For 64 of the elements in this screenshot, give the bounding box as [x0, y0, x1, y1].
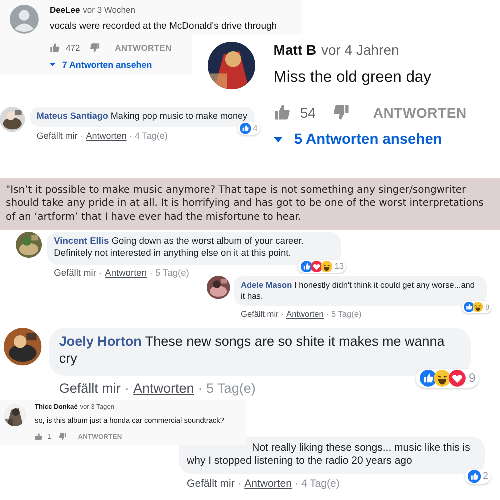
laughing-face-icon — [434, 370, 452, 387]
comment-text: Not really liking these songs... music like this is why I stopped listening to the radio 20 years ago — [187, 442, 472, 468]
like-count: 472 — [66, 43, 80, 54]
thumbs-up-icon[interactable] — [50, 43, 60, 54]
comment-text: Miss the old green day — [274, 68, 432, 87]
view-replies-button[interactable]: 7 Antworten ansehen — [50, 60, 152, 70]
reply-link[interactable]: Antworten — [105, 268, 147, 278]
comment-text: vocals were recorded at the McDonald's drive through — [50, 21, 278, 32]
separator-dot: · — [281, 308, 284, 319]
comment-time: · 5 Tag(e) — [150, 268, 190, 278]
heart-reaction-icon — [449, 370, 466, 387]
like-link[interactable]: Gefällt mir — [187, 478, 235, 490]
reply-button[interactable]: ANTWORTEN — [373, 104, 467, 121]
author-link[interactable]: Vincent Ellis — [54, 236, 110, 246]
avatar-icon — [10, 5, 39, 34]
author-link[interactable]: Mateus Santiago — [36, 110, 108, 121]
comment-time: · 5 Tag(e) — [198, 380, 256, 396]
author-link[interactable]: Joely Horton — [59, 334, 142, 350]
reaction-pill[interactable]: 4 — [238, 122, 260, 136]
thumbs-down-icon[interactable] — [90, 43, 101, 54]
heart-reaction-icon — [310, 260, 323, 272]
comment-text: Vincent Ellis Going down as the worst album of your career. Definitely not interested in anything else on it at this point. — [54, 236, 306, 260]
thumbs-up-icon[interactable] — [35, 433, 43, 442]
like-count: 54 — [300, 104, 316, 121]
laughing-face-icon — [321, 260, 333, 272]
like-link[interactable]: Gefällt mir — [241, 308, 279, 319]
comment-time: vor 4 Jahren — [321, 42, 400, 58]
comment-text: Mateus Santiago Making pop music to make money — [36, 110, 248, 122]
like-link[interactable]: Gefällt mir — [54, 268, 96, 278]
quote-text: "Isn’t it possible to make music anymore? That tape is not something any singer/songwriter should take any pride in at all. It is horrifying and has got to be one of the worst interpretations of an ‘artform’ that I have ever had the misfortune to hear. — [6, 184, 485, 224]
comment-time: · 5 Tag(e) — [326, 308, 362, 319]
like-reaction-icon — [420, 370, 436, 387]
separator-dot: · — [124, 380, 130, 396]
author-link[interactable]: Adele Mason — [241, 280, 292, 290]
comment-time: vor 3 Wochen — [83, 5, 136, 16]
author-name[interactable]: Matt B — [274, 42, 317, 58]
like-reaction-icon — [240, 123, 252, 135]
separator-dot: · — [99, 268, 102, 278]
comment-time: · 4 Tag(e) — [129, 130, 168, 141]
reaction-count: 13 — [334, 261, 344, 272]
reply-link[interactable]: Antworten — [244, 478, 292, 490]
like-link[interactable]: Gefällt mir — [36, 130, 78, 141]
separator-dot: · — [238, 478, 242, 490]
like-link[interactable]: Gefällt mir — [59, 380, 121, 396]
reply-link[interactable]: Antworten — [133, 380, 194, 396]
comment-text: Joely Horton These new songs are so shite it makes me wanna cry — [59, 334, 446, 368]
reply-link[interactable]: Antworten — [286, 308, 324, 319]
laughing-face-icon — [473, 302, 484, 313]
separator-dot: · — [80, 130, 84, 141]
thumbs-up-icon[interactable] — [274, 104, 291, 122]
like-reaction-icon — [464, 302, 475, 313]
caret-icon — [274, 136, 283, 143]
caret-icon — [50, 62, 56, 66]
comment-text: Adele Mason I honestly didn't think it could get any worse...and it has. — [241, 280, 476, 301]
reaction-count: 9 — [469, 371, 476, 386]
thumbs-down-icon[interactable] — [59, 433, 68, 442]
reaction-count: 2 — [483, 470, 488, 482]
like-reaction-icon — [468, 470, 481, 483]
comment-time: · 4 Tag(e) — [295, 478, 340, 490]
author-name[interactable]: DeeLee — [50, 5, 80, 16]
reaction-count: 4 — [253, 124, 258, 134]
thumbs-down-icon[interactable] — [332, 104, 350, 122]
reply-link[interactable]: Antworten — [86, 130, 127, 141]
view-replies-button[interactable]: 5 Antworten ansehen — [274, 132, 442, 148]
